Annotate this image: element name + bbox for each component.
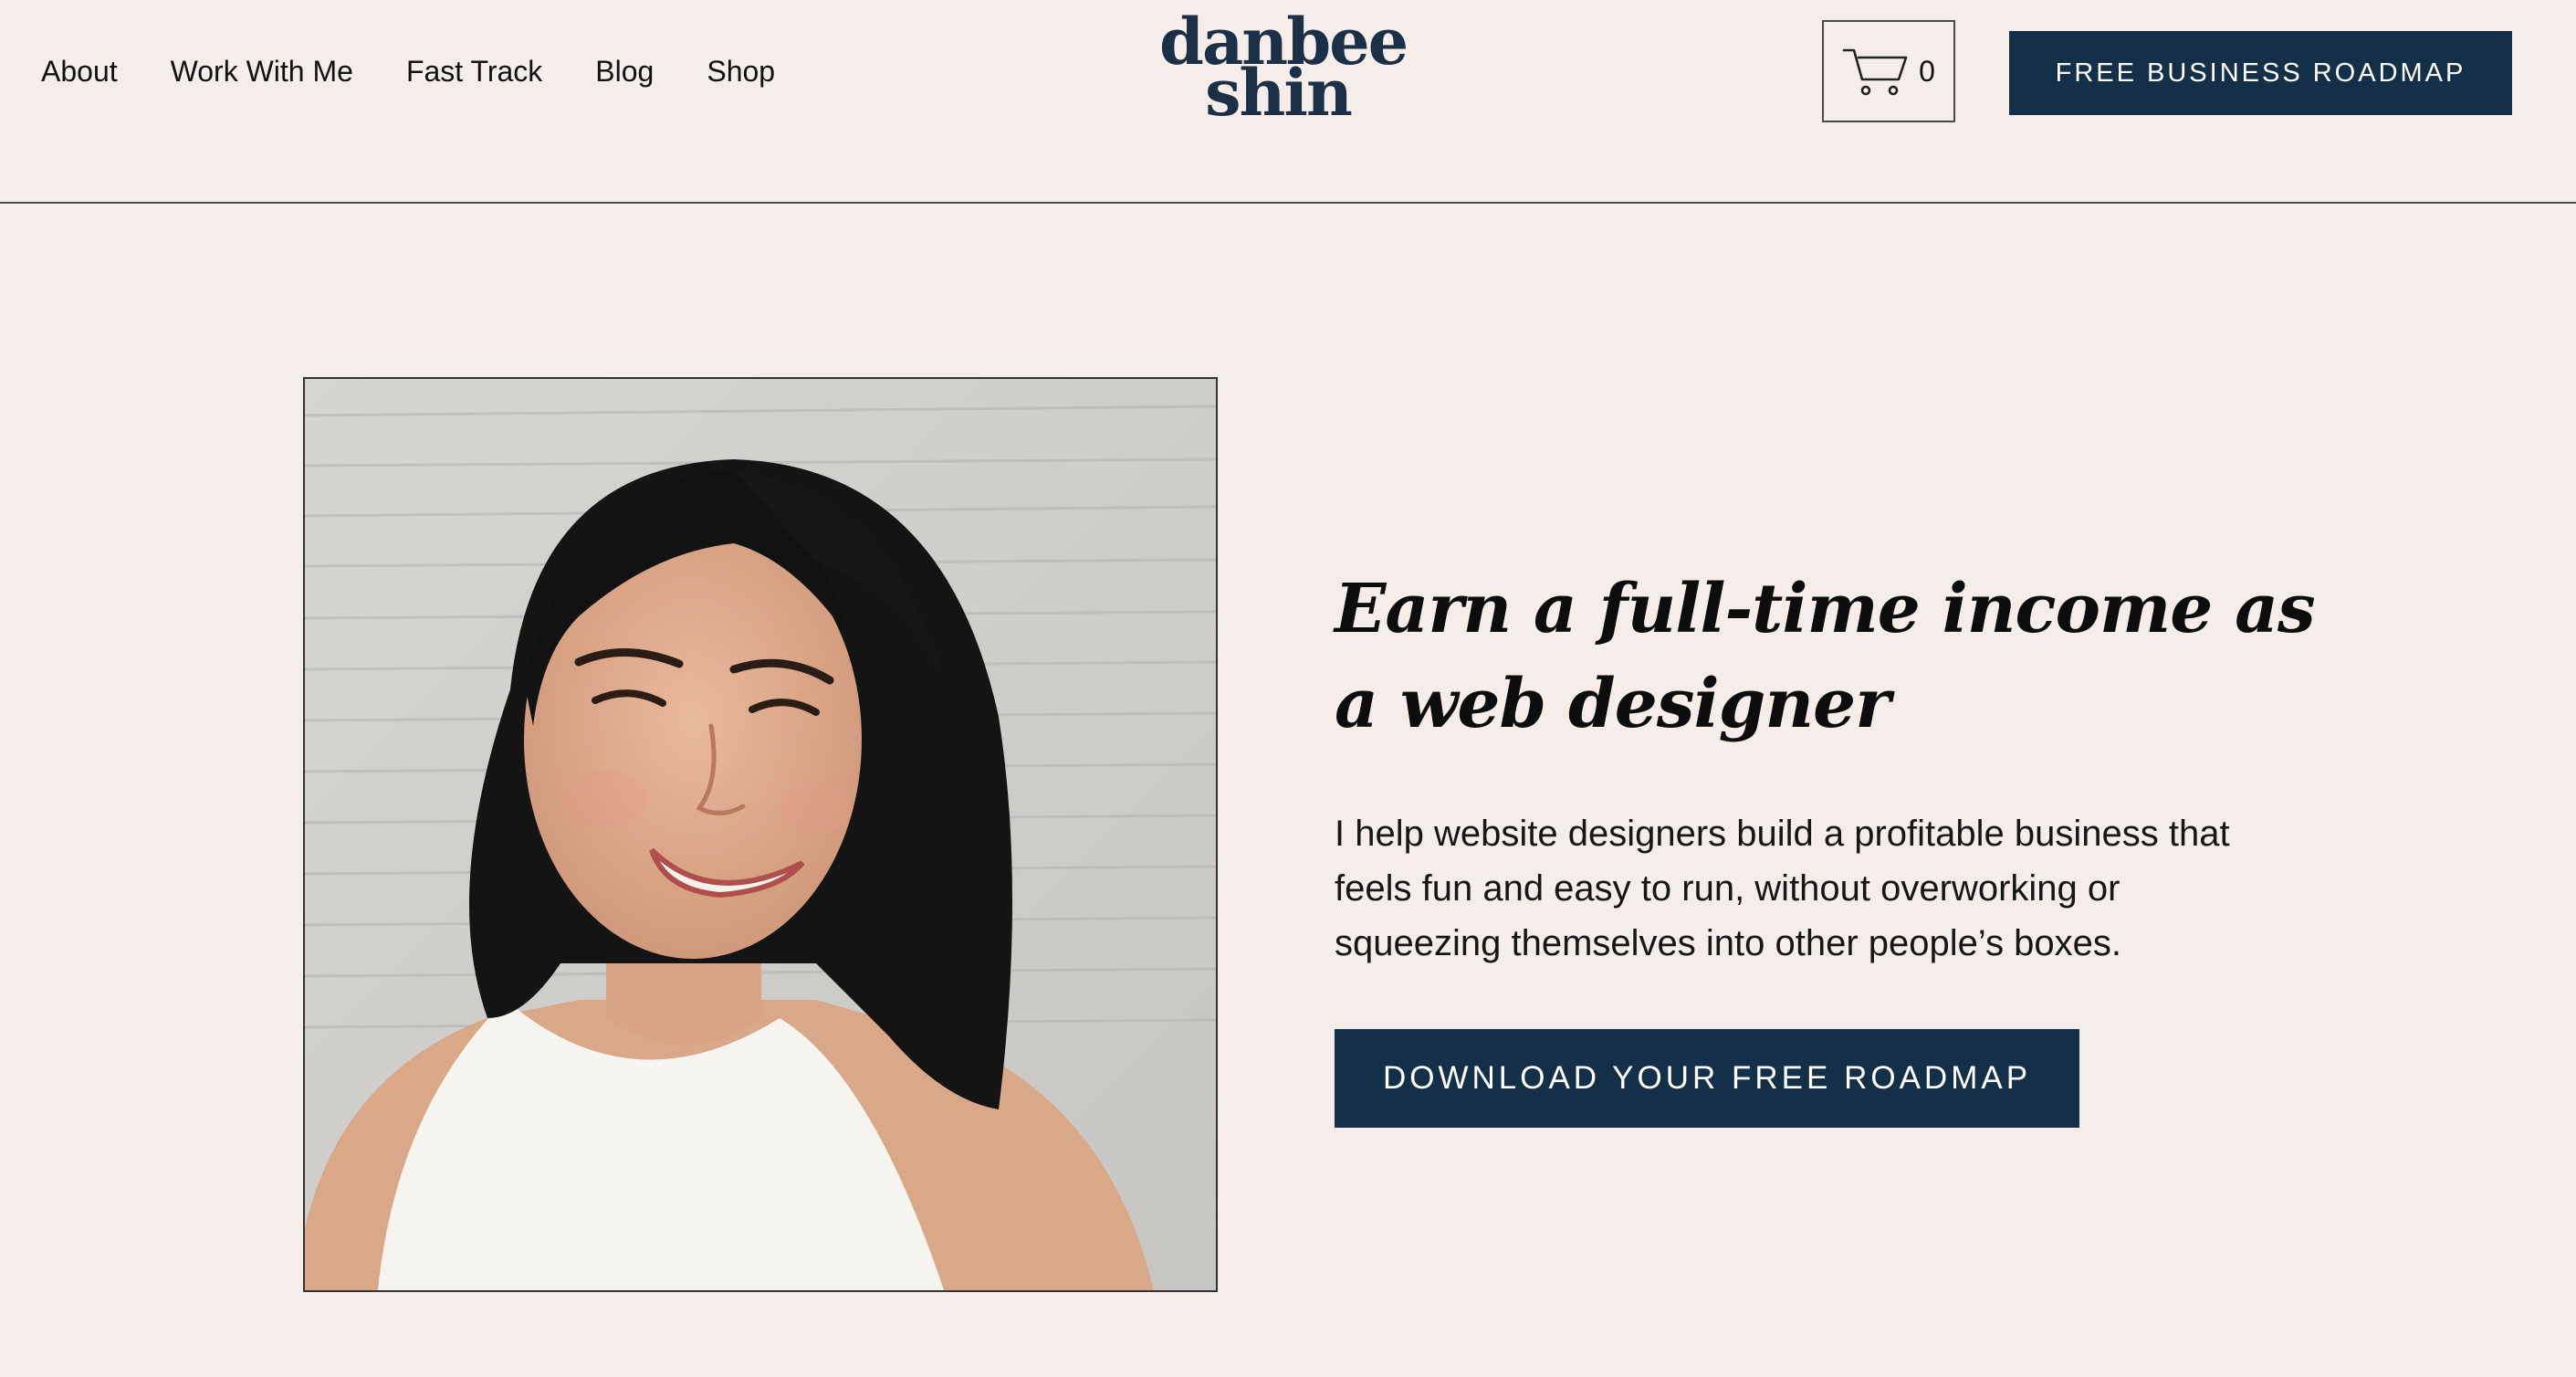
cart-count: 0 bbox=[1919, 54, 1935, 88]
nav-item-about[interactable]: About bbox=[41, 51, 118, 91]
download-roadmap-button[interactable]: DOWNLOAD YOUR FREE ROADMAP bbox=[1335, 1029, 2079, 1128]
hero-subtitle: I help website designers build a profita… bbox=[1335, 814, 2230, 963]
nav-item-shop[interactable]: Shop bbox=[707, 51, 775, 91]
cart-icon bbox=[1842, 45, 1908, 98]
nav-item-work-with-me[interactable]: Work With Me bbox=[171, 51, 353, 91]
hero-content: Earn a full-time income as a web designe… bbox=[1335, 562, 2320, 1128]
site-logo[interactable]: danbee shin bbox=[1159, 10, 1408, 125]
hero-title: Earn a full-time income as a web designe… bbox=[1335, 570, 2316, 743]
nav-item-fast-track[interactable]: Fast Track bbox=[406, 51, 542, 91]
nav-item-blog[interactable]: Blog bbox=[595, 51, 654, 91]
cart-button[interactable]: 0 bbox=[1822, 20, 1955, 122]
main-nav: About Work With Me Fast Track Blog Shop bbox=[41, 51, 775, 91]
hero-photo bbox=[303, 377, 1218, 1292]
free-business-roadmap-button[interactable]: FREE BUSINESS ROADMAP bbox=[2009, 31, 2512, 115]
site-header: About Work With Me Fast Track Blog Shop … bbox=[0, 0, 2576, 204]
